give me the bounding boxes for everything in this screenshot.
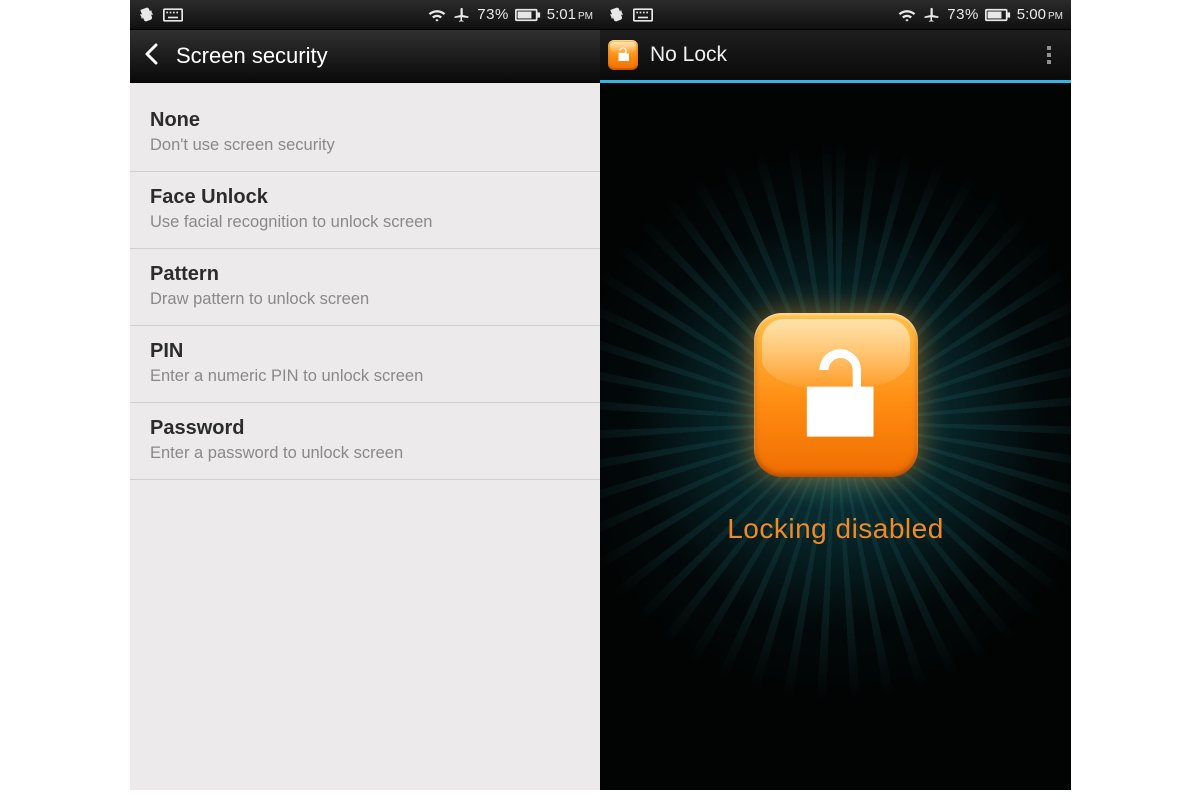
option-title: None [150,109,581,132]
app-title: No Lock [650,43,1037,67]
option-subtitle: Don't use screen security [150,136,581,155]
battery-icon [515,8,541,22]
option-title: Pattern [150,263,581,286]
page-title: Screen security [176,43,328,69]
app-content: Locking disabled [600,83,1071,790]
status-bar: 73% 5:00 PM [600,0,1071,30]
option-face-unlock[interactable]: Face Unlock Use facial recognition to un… [130,172,601,249]
security-options-list: None Don't use screen security Face Unlo… [130,83,601,790]
app-bar: No Lock [600,30,1071,80]
option-none[interactable]: None Don't use screen security [130,95,601,172]
app-bar: Screen security [130,30,601,83]
option-subtitle: Enter a password to unlock screen [150,444,581,463]
clock-time: 5:00 [1017,6,1046,23]
option-title: Password [150,417,581,440]
phone-screen-settings: 73% 5:01 PM Screen security None Don't u… [130,0,601,790]
phone-screen-nolock-app: 73% 5:00 PM No Lock [600,0,1071,790]
battery-icon [985,8,1011,22]
clock-time: 5:01 [547,6,576,23]
airplane-icon [923,6,941,24]
option-subtitle: Draw pattern to unlock screen [150,290,581,309]
airplane-icon [453,6,471,24]
vibrate-icon [608,6,625,23]
wifi-icon [427,7,447,23]
option-pin[interactable]: PIN Enter a numeric PIN to unlock screen [130,326,601,403]
status-bar: 73% 5:01 PM [130,0,601,30]
option-pattern[interactable]: Pattern Draw pattern to unlock screen [130,249,601,326]
clock-ampm: PM [578,11,593,22]
unlock-app-icon [608,40,638,70]
option-title: PIN [150,340,581,363]
option-password[interactable]: Password Enter a password to unlock scre… [130,403,601,480]
option-subtitle: Use facial recognition to unlock screen [150,213,581,232]
wifi-icon [897,7,917,23]
keyboard-icon [163,8,183,22]
option-title: Face Unlock [150,186,581,209]
clock-ampm: PM [1048,11,1063,22]
vibrate-icon [138,6,155,23]
lock-status-text: Locking disabled [727,513,944,545]
battery-percent: 73% [947,6,979,23]
option-subtitle: Enter a numeric PIN to unlock screen [150,367,581,386]
battery-percent: 73% [477,6,509,23]
keyboard-icon [633,8,653,22]
lock-toggle-button[interactable] [754,313,918,477]
back-chevron-icon[interactable] [144,43,158,69]
overflow-menu-icon[interactable] [1037,40,1061,70]
